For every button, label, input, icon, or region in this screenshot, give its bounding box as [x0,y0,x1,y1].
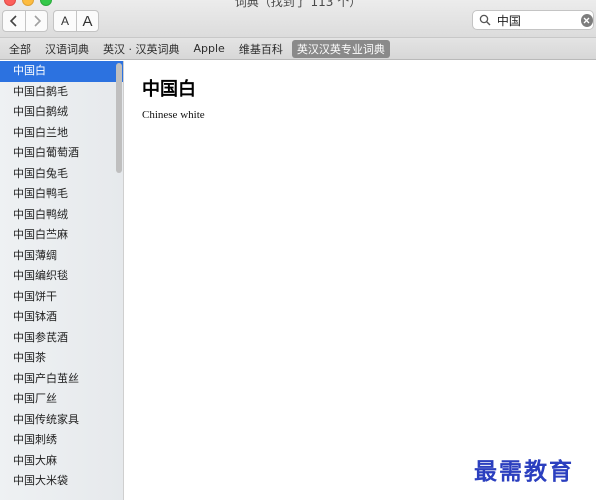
watermark-text: 最需教育 [474,458,574,485]
sidebar-scrollbar[interactable] [116,63,122,173]
search-input[interactable] [496,11,579,29]
tab-wikipedia[interactable]: 维基百科 [234,40,288,58]
result-item[interactable]: 中国参芪酒 [0,328,123,349]
font-larger-button[interactable]: A [76,11,98,31]
font-smaller-button[interactable]: A [54,11,76,31]
result-item[interactable]: 中国白鸭绒 [0,205,123,226]
navigation-buttons [2,10,48,32]
result-item[interactable]: 中国白兔毛 [0,164,123,185]
forward-button[interactable] [25,11,47,31]
results-sidebar: 中国白 中国白鹅毛 中国白鹅绒 中国白兰地 中国白葡萄酒 中国白兔毛 中国白鸭毛… [0,61,124,500]
tab-english-chinese[interactable]: 英汉 · 汉英词典 [98,40,185,58]
entry-headword: 中国白 [142,79,196,100]
result-item[interactable]: 中国饼干 [0,287,123,308]
result-item[interactable]: 中国白兰地 [0,123,123,144]
result-item[interactable]: 中国厂丝 [0,389,123,410]
result-item[interactable]: 中国刺绣 [0,430,123,451]
entry-content: 中国白 Chinese white [124,61,596,500]
result-item[interactable]: 中国茶 [0,348,123,369]
dictionary-tabs: 全部 汉语词典 英汉 · 汉英词典 Apple 维基百科 英汉汉英专业词典 [0,38,596,60]
results-list: 中国白 中国白鹅毛 中国白鹅绒 中国白兰地 中国白葡萄酒 中国白兔毛 中国白鸭毛… [0,61,123,492]
window-title: 词典（找到了 113 个） [234,0,362,9]
chevron-right-icon [33,15,41,27]
result-item[interactable]: 中国传统家具 [0,410,123,431]
result-item[interactable]: 中国白 [0,61,123,82]
tab-apple[interactable]: Apple [189,41,230,56]
result-item[interactable]: 中国大麻 [0,451,123,472]
chevron-left-icon [9,15,17,27]
clear-icon[interactable] [580,13,593,27]
result-item[interactable]: 中国产白茧丝 [0,369,123,390]
search-icon [478,12,493,28]
entry-definition: Chinese white [142,109,205,121]
back-button[interactable] [3,11,25,31]
result-item[interactable]: 中国钵酒 [0,307,123,328]
result-item[interactable]: 中国白葡萄酒 [0,143,123,164]
result-item[interactable]: 中国编织毯 [0,266,123,287]
tab-professional-dictionary[interactable]: 英汉汉英专业词典 [291,39,390,58]
result-item[interactable]: 中国白鹅毛 [0,82,123,103]
font-size-buttons: A A [53,10,99,32]
result-item[interactable]: 中国白鸭毛 [0,184,123,205]
toolbar: 词典（找到了 113 个） A A [0,0,596,38]
tab-all[interactable]: 全部 [4,40,36,58]
result-item[interactable]: 中国薄绸 [0,246,123,267]
result-item[interactable]: 中国白鹅绒 [0,102,123,123]
search-field[interactable] [472,10,594,30]
result-item[interactable]: 中国大米袋 [0,471,123,492]
tab-chinese-dictionary[interactable]: 汉语词典 [40,40,94,58]
result-item[interactable]: 中国白苎麻 [0,225,123,246]
